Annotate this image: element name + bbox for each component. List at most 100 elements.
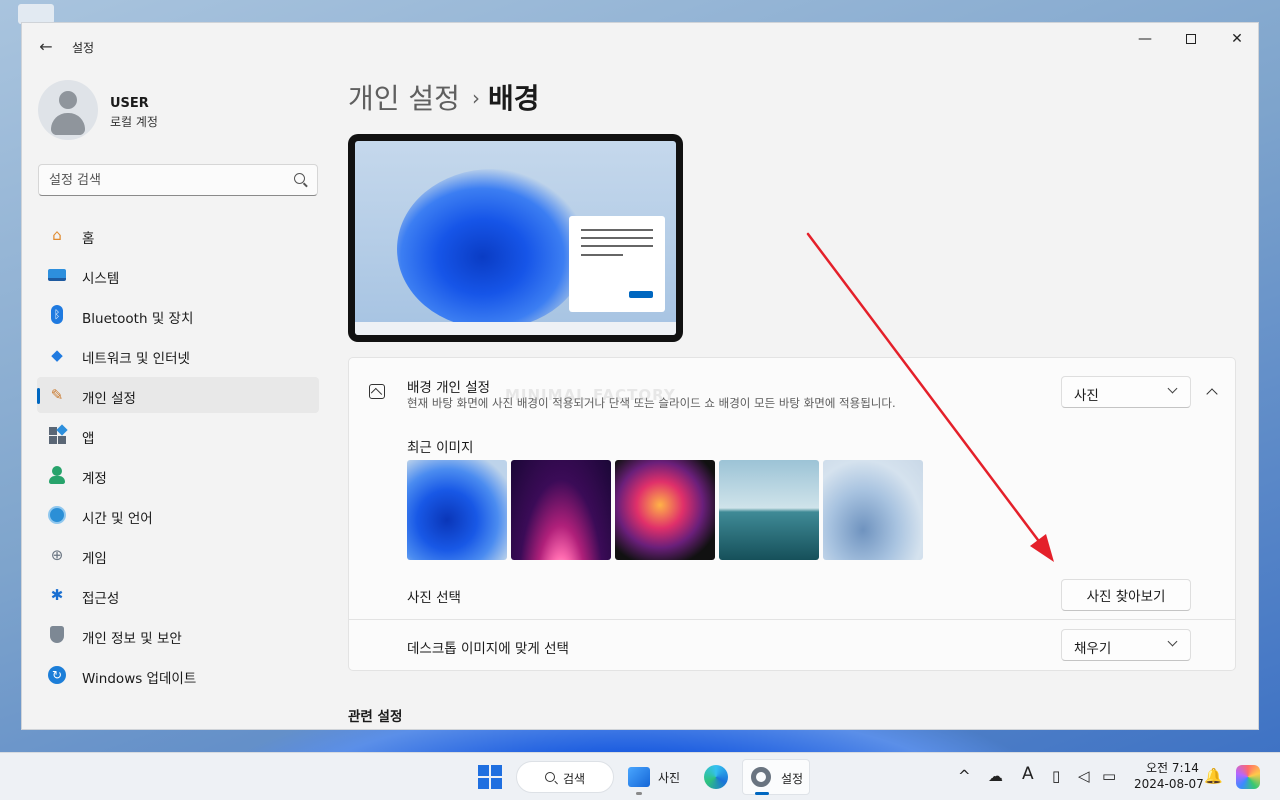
recent-image-1[interactable] [407, 460, 507, 560]
chevron-down-icon [1167, 383, 1178, 394]
system-icon [47, 265, 67, 285]
taskbar-search-label: 검색 [563, 772, 586, 786]
desktop-icon[interactable] [18, 4, 54, 24]
clock-date[interactable]: 2024-08-07 [1134, 777, 1204, 791]
sidebar-item-label: 시스템 [82, 271, 120, 287]
fit-dropdown[interactable]: 채우기 [1061, 629, 1191, 661]
background-type-dropdown[interactable]: 사진 [1061, 376, 1191, 408]
browse-photos-button[interactable]: 사진 찾아보기 [1061, 579, 1191, 611]
sidebar-item-personalization[interactable]: ✎ 개인 설정 [37, 377, 319, 413]
preview-screen [355, 141, 676, 335]
desktop-preview [348, 134, 683, 342]
sidebar-item-gaming[interactable]: ⊕ 게임 [37, 537, 319, 573]
search-icon[interactable] [294, 173, 305, 184]
sidebar-item-label: 네트워크 및 인터넷 [82, 351, 190, 367]
ime-icon[interactable]: A [1022, 764, 1034, 784]
sidebar-item-windows-update[interactable]: ↻ Windows 업데이트 [37, 657, 319, 693]
wifi-icon: ◆ [51, 346, 63, 364]
sidebar-item-label: 계정 [82, 471, 107, 487]
minimize-button[interactable]: — [1122, 23, 1168, 55]
taskbar-edge[interactable] [698, 759, 734, 795]
recent-image-4[interactable] [719, 460, 819, 560]
device-icon[interactable]: ▯ [1052, 767, 1060, 785]
avatar[interactable] [38, 80, 98, 140]
breadcrumb-separator: › [471, 86, 480, 110]
sidebar-item-accessibility[interactable]: ✱ 접근성 [37, 577, 319, 613]
notification-bell-icon[interactable]: 🔔 [1204, 767, 1223, 785]
brush-icon: ✎ [50, 386, 64, 404]
recent-image-2[interactable] [511, 460, 611, 560]
taskbar-photos[interactable]: 사진 [622, 759, 688, 795]
sidebar-item-accounts[interactable]: 계정 [37, 457, 319, 493]
sidebar-item-label: 접근성 [82, 591, 120, 607]
preview-wallpaper [397, 169, 587, 329]
chevron-down-icon [1167, 636, 1178, 647]
preview-window [569, 216, 665, 312]
close-icon: ✕ [1231, 31, 1243, 47]
recent-images-title: 최근 이미지 [407, 440, 474, 456]
clock-globe-icon [47, 505, 67, 525]
background-title: 배경 개인 설정 [407, 380, 491, 396]
sidebar-item-label: 홈 [82, 231, 95, 247]
settings-search-box[interactable] [38, 164, 318, 196]
sidebar-item-home[interactable]: ⌂ 홈 [37, 217, 319, 253]
edge-icon [704, 765, 728, 789]
sidebar-item-label: 게임 [82, 551, 107, 567]
recent-image-5[interactable] [823, 460, 923, 560]
app-title: 설정 [72, 41, 95, 55]
sidebar-item-privacy[interactable]: 개인 정보 및 보안 [37, 617, 319, 653]
breadcrumb-parent[interactable]: 개인 설정 [348, 82, 460, 115]
sidebar-item-label: Bluetooth 및 장치 [82, 311, 194, 327]
shield-icon [47, 625, 67, 645]
back-button[interactable]: ← [34, 35, 58, 59]
sidebar-item-label: 개인 설정 [82, 391, 136, 407]
settings-window: ← 설정 — ✕ USER 로컬 계정 ⌂ 홈 시스템 ᛒ Bluetooth … [21, 22, 1259, 730]
gamepad-icon: ⊕ [50, 546, 64, 564]
sidebar-item-bluetooth[interactable]: ᛒ Bluetooth 및 장치 [37, 297, 319, 333]
collapse-button[interactable] [1199, 378, 1227, 406]
taskbar-settings-label: 설정 [781, 772, 804, 786]
volume-icon[interactable]: ◁ [1078, 767, 1090, 785]
account-type: 로컬 계정 [110, 115, 158, 129]
copilot-icon[interactable] [1236, 765, 1260, 789]
dropdown-value: 채우기 [1074, 641, 1112, 657]
taskbar-search[interactable]: 검색 [516, 761, 614, 793]
background-setting-card: 배경 개인 설정 현재 바탕 화면에 사진 배경이 적용되거나 단색 또는 슬라… [348, 357, 1236, 425]
user-name: USER [110, 96, 149, 111]
related-settings-heading: 관련 설정 [348, 709, 403, 725]
breadcrumb: 개인 설정 › 배경 [348, 77, 539, 117]
sidebar-item-label: 개인 정보 및 보안 [82, 631, 182, 647]
fit-row: 데스크톱 이미지에 맞게 선택 채우기 [348, 620, 1236, 671]
taskbar-settings[interactable]: 설정 [742, 759, 810, 795]
gear-icon [751, 767, 771, 787]
image-icon [369, 384, 385, 399]
sidebar-item-time-language[interactable]: 시간 및 언어 [37, 497, 319, 533]
onedrive-icon[interactable]: ☁ [988, 767, 1003, 785]
start-button[interactable] [478, 765, 502, 789]
accessibility-icon: ✱ [50, 586, 64, 604]
running-indicator [636, 792, 642, 795]
choose-photo-row: 사진 선택 사진 찾아보기 [348, 569, 1236, 620]
close-button[interactable]: ✕ [1214, 23, 1258, 55]
search-input[interactable] [49, 165, 289, 195]
clock-time[interactable]: 오전 7:14 [1146, 759, 1199, 776]
sidebar-item-system[interactable]: 시스템 [37, 257, 319, 293]
sidebar-item-network[interactable]: ◆ 네트워크 및 인터넷 [37, 337, 319, 373]
sidebar-item-label: 시간 및 언어 [82, 511, 153, 527]
recent-image-3[interactable] [615, 460, 715, 560]
maximize-button[interactable] [1168, 23, 1214, 55]
battery-icon[interactable]: ▭ [1102, 767, 1116, 785]
home-icon: ⌂ [52, 226, 62, 244]
account-icon [47, 465, 67, 485]
sidebar-item-apps[interactable]: 앱 [37, 417, 319, 453]
sidebar-item-label: 앱 [82, 431, 95, 447]
recent-images-card: 최근 이미지 [348, 424, 1236, 570]
avatar-body [51, 113, 85, 135]
watermark: MINIMAL FACTORY [505, 386, 676, 404]
chevron-up-icon [1206, 388, 1218, 400]
minimize-icon: — [1138, 31, 1152, 47]
photos-icon [628, 767, 650, 787]
page-title: 배경 [487, 82, 540, 115]
taskbar-photos-label: 사진 [658, 771, 681, 785]
tray-chevron-up-icon[interactable]: ^ [958, 767, 971, 785]
